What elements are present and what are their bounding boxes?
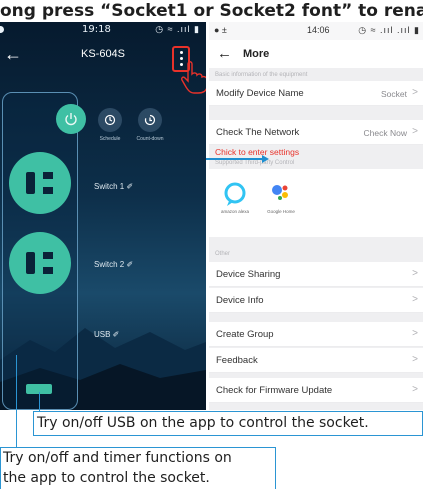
chevron-right-icon: > bbox=[412, 268, 418, 279]
row-value: Socket bbox=[381, 89, 407, 99]
section-label-other: Other bbox=[215, 251, 231, 257]
row-label: Check The Network bbox=[216, 127, 300, 138]
switch-2-label[interactable]: Switch 2 ✐ bbox=[94, 260, 133, 269]
pointing-hand-icon bbox=[181, 61, 206, 94]
modify-device-name-row[interactable]: Modify Device Name Socket > bbox=[209, 81, 423, 106]
device-sharing-row[interactable]: Device Sharing > bbox=[209, 262, 423, 287]
google-home-card[interactable]: Google Home bbox=[261, 177, 301, 219]
schedule-label: Schedule bbox=[99, 136, 121, 142]
row-value: Check Now bbox=[363, 128, 407, 138]
switch-1-label[interactable]: Switch 1 ✐ bbox=[94, 182, 133, 191]
row-label: Check for Firmware Update bbox=[216, 385, 333, 396]
status-icons: ◷ ≈ .ııl .ııl ▮ bbox=[358, 25, 420, 35]
timer-icon bbox=[144, 114, 156, 126]
power-icon bbox=[65, 113, 77, 126]
status-bar: ● ± 14:06 ◷ ≈ .ııl .ııl ▮ bbox=[209, 22, 423, 40]
status-time: 19:18 bbox=[82, 24, 111, 35]
arrow-head-icon bbox=[262, 155, 269, 163]
device-control-screen: 19:18 ◷ ≈ .ııl ▮ ← KS-604S Schedule Coun… bbox=[0, 22, 206, 410]
socket-1-button[interactable] bbox=[9, 152, 71, 214]
chevron-right-icon: > bbox=[412, 328, 418, 339]
clock-icon bbox=[104, 114, 116, 126]
row-label: Device Info bbox=[216, 295, 264, 306]
socket-guide-line bbox=[16, 355, 18, 447]
master-power-button[interactable] bbox=[56, 104, 86, 134]
countdown-button[interactable] bbox=[138, 108, 162, 132]
more-settings-screen: ● ± 14:06 ◷ ≈ .ııl .ııl ▮ ← More Basic i… bbox=[209, 22, 423, 410]
usb-label[interactable]: USB ✐ bbox=[94, 330, 119, 339]
socket-2-button[interactable] bbox=[9, 232, 71, 294]
settings-arrow bbox=[206, 158, 264, 160]
check-network-row[interactable]: Check The Network Check Now > bbox=[209, 120, 423, 145]
chevron-right-icon: > bbox=[412, 126, 418, 137]
settings-annotation: Chick to enter settings bbox=[215, 147, 300, 157]
status-icons: ◷ ≈ .ııl ▮ bbox=[155, 24, 200, 34]
timer-callout-line-2: the app to control the socket. bbox=[3, 470, 210, 486]
alexa-logo-icon bbox=[224, 182, 246, 206]
page-title: More bbox=[243, 48, 270, 60]
chevron-right-icon: > bbox=[412, 354, 418, 365]
timer-callout: Try on/off and timer functions on the ap… bbox=[0, 447, 276, 489]
schedule-button[interactable] bbox=[98, 108, 122, 132]
google-assistant-logo-icon bbox=[272, 185, 288, 200]
chevron-right-icon: > bbox=[412, 384, 418, 395]
row-label: Modify Device Name bbox=[216, 88, 304, 99]
alexa-card[interactable]: amazon alexa bbox=[215, 177, 255, 219]
google-home-label: Google Home bbox=[267, 209, 295, 214]
usb-callout: Try on/off USB on the app to control the… bbox=[33, 411, 423, 436]
instruction-figure: ong press “Socket1 or Socket2 font” to r… bbox=[0, 0, 423, 489]
status-time: 14:06 bbox=[307, 25, 330, 35]
row-label: Create Group bbox=[216, 329, 274, 340]
status-left-icons: ● ± bbox=[214, 25, 227, 35]
header-instruction: ong press “Socket1 or Socket2 font” to r… bbox=[0, 1, 423, 21]
device-info-row[interactable]: Device Info > bbox=[209, 288, 423, 313]
timer-callout-line-1: Try on/off and timer functions on bbox=[3, 450, 232, 466]
status-bar: 19:18 ◷ ≈ .ııl ▮ bbox=[0, 22, 206, 38]
alexa-label: amazon alexa bbox=[220, 209, 250, 214]
third-party-panel: amazon alexa Google Home bbox=[209, 169, 423, 237]
feedback-row[interactable]: Feedback > bbox=[209, 348, 423, 373]
countdown-label: Count-down bbox=[136, 136, 164, 142]
back-arrow-icon[interactable]: ← bbox=[217, 45, 232, 62]
row-label: Feedback bbox=[216, 355, 258, 366]
nav-bar: ← More bbox=[209, 40, 423, 68]
menu-dot-icon bbox=[180, 51, 183, 54]
firmware-update-row[interactable]: Check for Firmware Update > bbox=[209, 378, 423, 403]
section-label-third-party: Supported Third-party Control bbox=[215, 160, 295, 166]
chevron-right-icon: > bbox=[412, 87, 418, 98]
create-group-row[interactable]: Create Group > bbox=[209, 322, 423, 347]
row-label: Device Sharing bbox=[216, 269, 281, 280]
usb-guide-line bbox=[39, 392, 41, 412]
chevron-right-icon: > bbox=[412, 294, 418, 305]
section-label-basic: Basic information of the equipment bbox=[215, 72, 308, 78]
notification-dot-icon bbox=[0, 26, 4, 33]
